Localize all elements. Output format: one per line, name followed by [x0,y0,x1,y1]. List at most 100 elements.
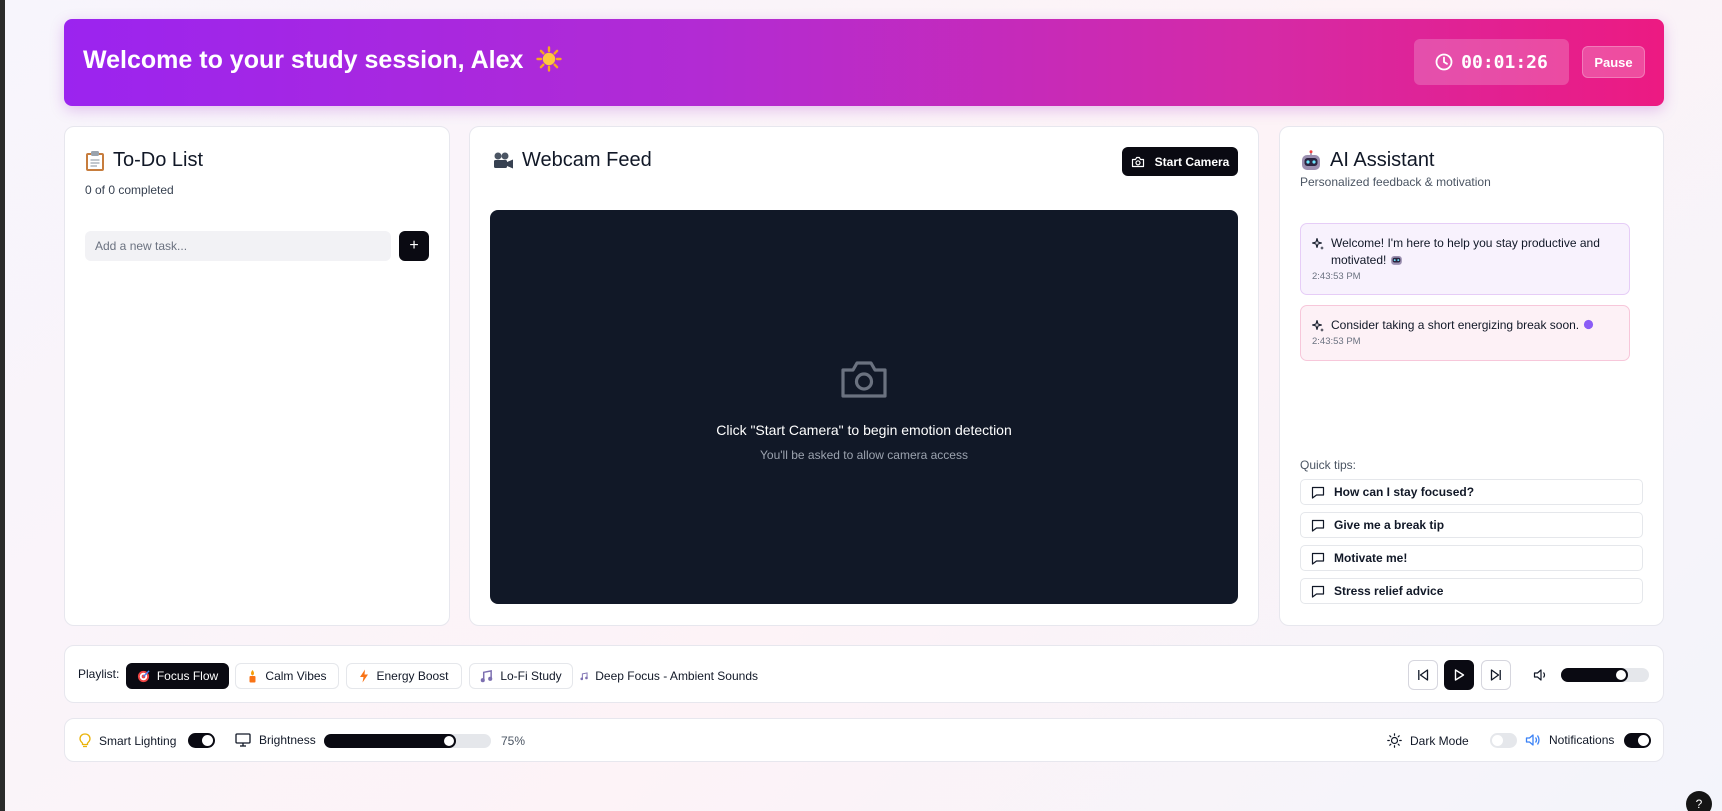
quick-tip-label: Give me a break tip [1334,518,1445,532]
todo-card: To-Do List 0 of 0 completed + [64,126,450,626]
brightness-value: 75% [501,734,526,748]
playlist-item-label: Calm Vibes [265,669,327,683]
message-text: Consider taking a short energizing break… [1331,317,1594,334]
window-edge [0,0,5,811]
ai-title: AI Assistant [1300,149,1435,172]
brightness-slider-fill [324,734,449,748]
now-playing-title: Deep Focus - Ambient Sounds [595,669,758,683]
session-timer: 00:01:26 [1414,39,1569,85]
purple-circle-icon [1583,319,1593,330]
music-note-icon [481,669,493,682]
play-button[interactable] [1444,660,1474,690]
camera-note: You'll be asked to allow camera access [760,448,968,462]
playlist-item-label: Focus Flow [156,669,219,683]
skip-back-icon [1418,669,1429,681]
speaker-icon [1525,734,1540,746]
assistant-message: Welcome! I'm here to help you stay produ… [1300,223,1630,295]
smart-lighting-setting: Smart Lighting [79,733,176,748]
message-timestamp: 2:43:53 PM [1312,271,1361,282]
add-task-button[interactable]: + [399,231,429,261]
help-button[interactable]: ? [1686,791,1712,811]
music-note-icon [580,671,588,680]
quick-tip-button[interactable]: Stress relief advice [1300,578,1643,604]
sparkles-icon [1311,319,1324,332]
chat-bubble-icon [1311,519,1325,532]
brightness-label: Brightness [259,733,316,747]
target-icon [137,669,150,682]
sparkles-icon [1311,237,1324,250]
brightness-slider[interactable] [324,734,491,748]
message-text: Welcome! I'm here to help you stay produ… [1331,236,1600,267]
new-task-input[interactable] [85,231,391,261]
quick-tip-button[interactable]: Motivate me! [1300,545,1643,571]
movie-camera-icon [494,152,513,168]
smart-lighting-label: Smart Lighting [99,733,177,748]
notifications-setting: Notifications [1525,733,1614,747]
clipboard-icon [86,150,104,171]
robot-icon [1302,149,1320,170]
quick-tip-label: How can I stay focused? [1334,485,1475,499]
chat-bubble-icon [1311,552,1325,565]
smart-lighting-toggle[interactable] [188,733,215,748]
environment-settings-bar: Smart Lighting Brightness 75% Dark Mode [64,718,1664,762]
music-player-bar: Playlist: Focus Flow Calm Vibes Energy B… [64,645,1664,703]
playlist-energy-boost[interactable]: Energy Boost [346,663,462,689]
assistant-message: Consider taking a short energizing break… [1300,305,1630,361]
webcam-title: Webcam Feed [492,149,652,172]
playlist-item-label: Lo-Fi Study [500,669,562,683]
lightbulb-icon [79,733,91,748]
volume-slider[interactable] [1561,668,1649,682]
playlist-focus-flow[interactable]: Focus Flow [126,663,229,689]
notifications-label: Notifications [1549,733,1615,747]
dark-mode-label: Dark Mode [1410,733,1469,748]
volume-slider-handle[interactable] [1614,668,1628,682]
brightness-slider-handle[interactable] [442,734,456,748]
volume-slider-fill [1561,668,1621,682]
playlist-calm-vibes[interactable]: Calm Vibes [235,663,339,689]
camera-prompt: Click "Start Camera" to begin emotion de… [716,422,1012,438]
quick-tip-button[interactable]: Give me a break tip [1300,512,1643,538]
skip-forward-icon [1490,669,1501,681]
start-camera-button[interactable]: Start Camera [1122,147,1238,176]
camera-placeholder-icon [841,361,887,398]
quick-tips-label: Quick tips: [1300,458,1357,472]
quick-tip-button[interactable]: How can I stay focused? [1300,479,1643,505]
start-camera-label: Start Camera [1154,154,1230,169]
todo-title: To-Do List [85,149,203,172]
monitor-icon [235,733,251,747]
robot-icon [1390,255,1402,265]
ai-assistant-card: AI Assistant Personalized feedback & mot… [1279,126,1664,626]
play-icon [1454,669,1465,681]
ai-subtitle: Personalized feedback & motivation [1300,175,1491,189]
brightness-setting: Brightness [235,733,316,747]
sun-icon [1387,733,1402,748]
previous-track-button[interactable] [1408,660,1438,690]
playlist-item-label: Energy Boost [376,669,449,683]
sun-icon [536,46,563,72]
timer-value: 00:01:26 [1461,51,1548,73]
webcam-title-text: Webcam Feed [522,149,652,171]
page-title: Welcome to your study session, Alex [83,46,563,75]
dark-mode-setting: Dark Mode [1387,733,1469,748]
quick-tip-label: Stress relief advice [1334,584,1444,598]
ai-title-text: AI Assistant [1330,149,1435,171]
now-playing: Deep Focus - Ambient Sounds [579,663,759,689]
camera-icon [1131,156,1144,167]
clock-icon [1435,53,1453,71]
webcam-card: Webcam Feed Start Camera Click "Start Ca… [469,126,1259,626]
message-timestamp: 2:43:53 PM [1312,336,1361,347]
todo-progress: 0 of 0 completed [85,183,174,197]
candle-icon [249,670,256,683]
next-track-button[interactable] [1481,660,1511,690]
dark-mode-toggle[interactable] [1490,733,1517,748]
pause-button[interactable]: Pause [1582,46,1645,78]
page-title-text: Welcome to your study session, Alex [83,46,524,74]
session-header: Welcome to your study session, Alex 00:0… [64,19,1664,106]
notifications-toggle[interactable] [1624,733,1651,748]
playlist-lofi-study[interactable]: Lo-Fi Study [469,663,573,689]
chat-bubble-icon [1311,585,1325,598]
todo-title-text: To-Do List [113,149,204,171]
playlist-label: Playlist: [78,667,120,681]
volume-icon [1533,669,1546,681]
quick-tip-label: Motivate me! [1334,551,1408,565]
